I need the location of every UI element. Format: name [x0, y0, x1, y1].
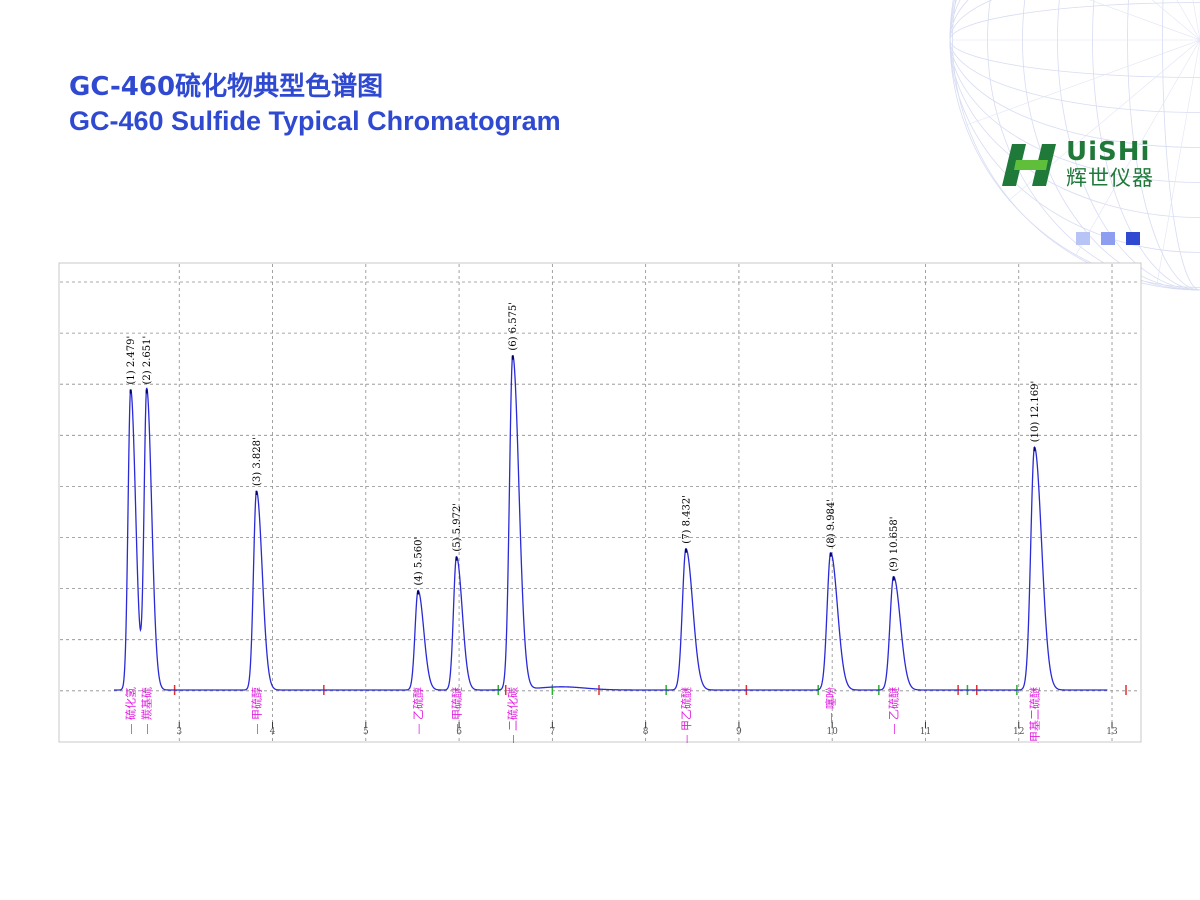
chromatogram-chart: 3 4 5 6 7 8 9 10 11 12 13(1) 2.479'— 硫化氢(2) 2.651'… — [58, 262, 1142, 743]
compound-label: — 乙硫醚 — [887, 687, 901, 735]
logo-h-icon — [1002, 144, 1056, 186]
peak-label: (5) 5.972' — [452, 503, 463, 552]
decorative-dots — [1076, 232, 1140, 245]
peak-label: (7) 8.432' — [681, 495, 692, 544]
x-tick-label: 13 — [1106, 727, 1118, 737]
decor-dot — [1126, 232, 1140, 245]
compound-label: — 甲乙硫醚 — [679, 687, 693, 743]
compound-label: — 二甲基二硫醚 — [1028, 687, 1042, 743]
page-title-chinese: GC-460硫化物典型色谱图 — [69, 72, 384, 102]
peak-label: (6) 6.575' — [508, 302, 519, 351]
compound-label: — 羰基硫 — [140, 687, 154, 735]
decor-dot — [1076, 232, 1090, 245]
x-tick-label: 4 — [270, 727, 276, 737]
x-tick-label: 9 — [736, 727, 742, 737]
plot-frame — [58, 262, 1142, 743]
peak-label: (1) 2.479' — [126, 336, 137, 385]
title-block: GC-460硫化物典型色谱图 GC-460 Sulfide Typical Ch… — [69, 70, 561, 138]
page-title-english: GC-460 Sulfide Typical Chromatogram — [69, 106, 561, 136]
x-tick-label: 8 — [643, 727, 649, 737]
logo-brand-text: UiSHi — [1066, 137, 1151, 167]
x-tick-label: 3 — [176, 727, 182, 737]
company-logo: UiSHi 辉世仪器 — [1002, 138, 1174, 192]
decor-dot — [1101, 232, 1115, 245]
compound-label: — 甲硫醇 — [249, 687, 263, 735]
peak-label: (4) 5.560' — [414, 537, 425, 586]
compound-label: — 硫化氢 — [124, 687, 138, 735]
x-tick-label: 10 — [826, 727, 838, 737]
compound-label: — 噻吩 — [824, 687, 838, 724]
x-tick-label: 11 — [920, 727, 931, 737]
x-tick-label: 12 — [1013, 727, 1024, 737]
compound-label: — 二硫化碳 — [506, 687, 520, 743]
logo-subtitle: 辉世仪器 — [1066, 166, 1154, 190]
compound-label: — 乙硫醇 — [411, 687, 425, 735]
x-tick-label: 5 — [363, 727, 369, 737]
peak-label: (2) 2.651' — [142, 336, 153, 385]
compound-label: — 甲硫醚 — [449, 687, 463, 735]
peak-label: (8) 9.984' — [826, 499, 837, 548]
peak-label: (9) 10.658' — [889, 516, 900, 571]
x-tick-label: 7 — [549, 727, 555, 737]
peak-label: (10) 12.169' — [1030, 381, 1041, 442]
peak-label: (3) 3.828' — [252, 437, 263, 486]
